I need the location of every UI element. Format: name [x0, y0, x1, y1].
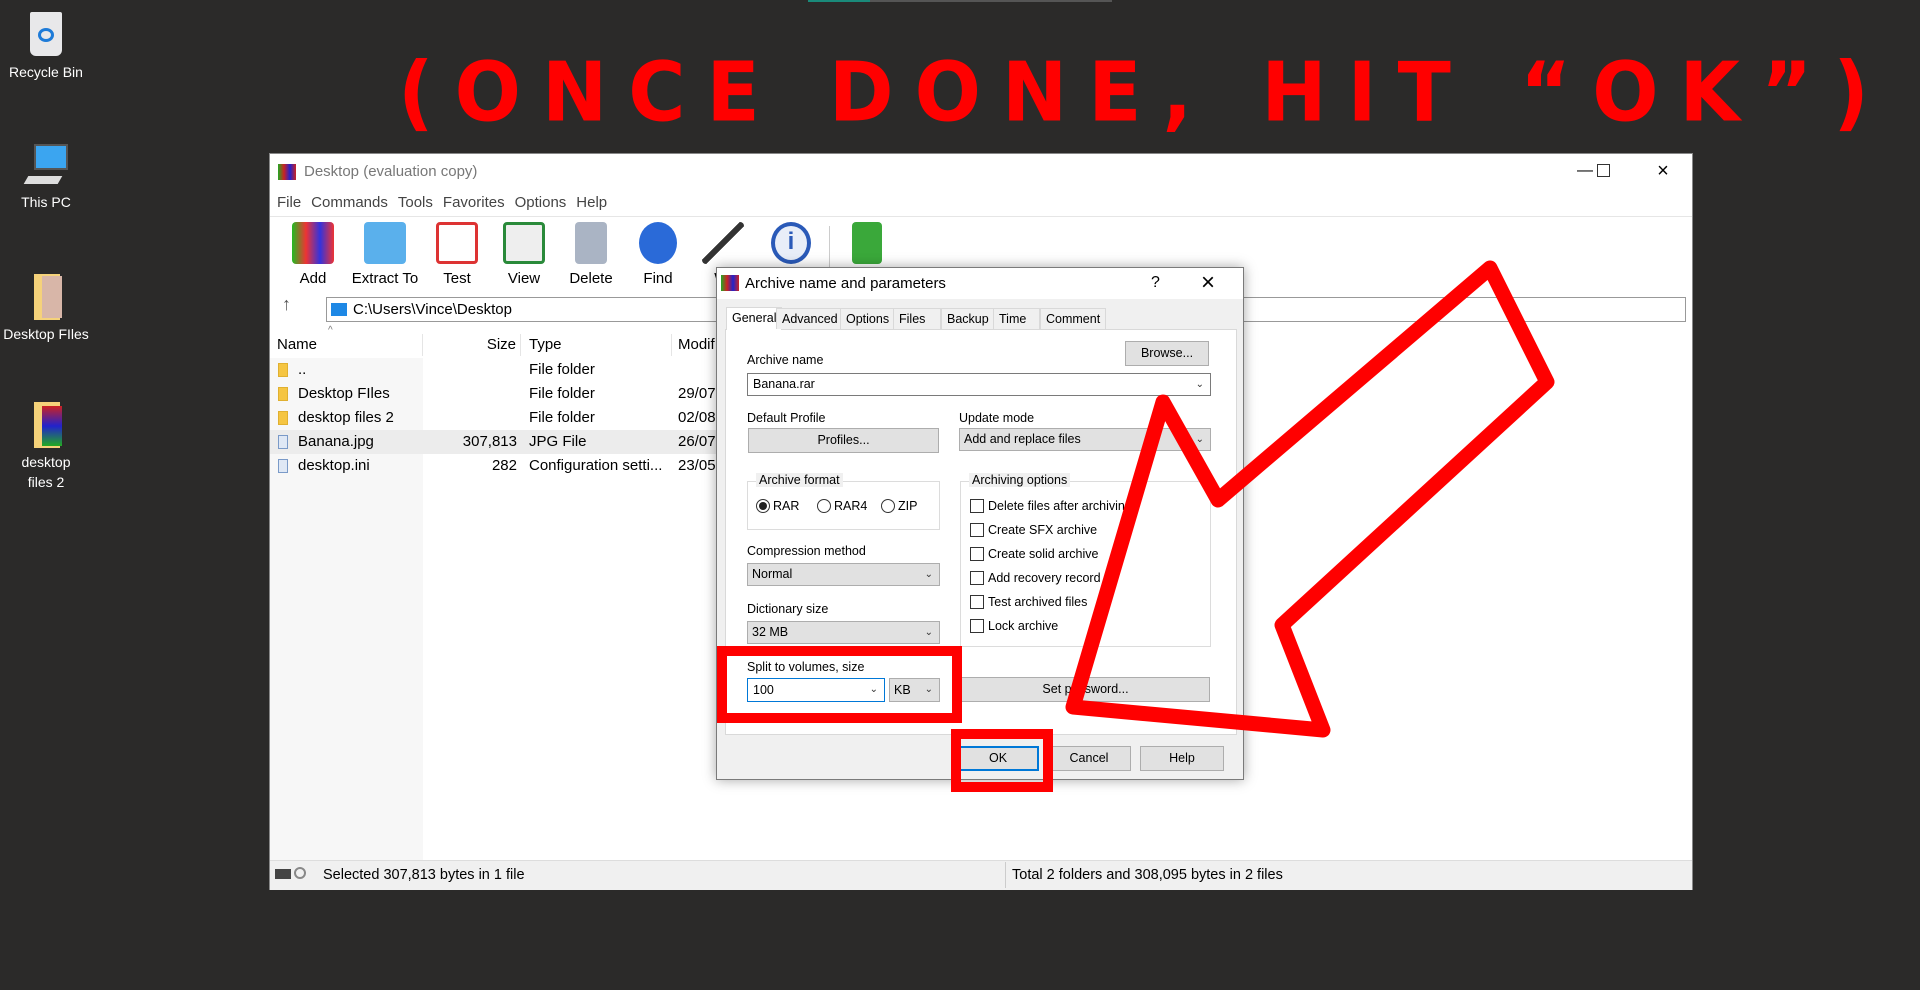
- annotation-arrow: [1065, 260, 1555, 738]
- arrow-outline: [1065, 260, 1555, 738]
